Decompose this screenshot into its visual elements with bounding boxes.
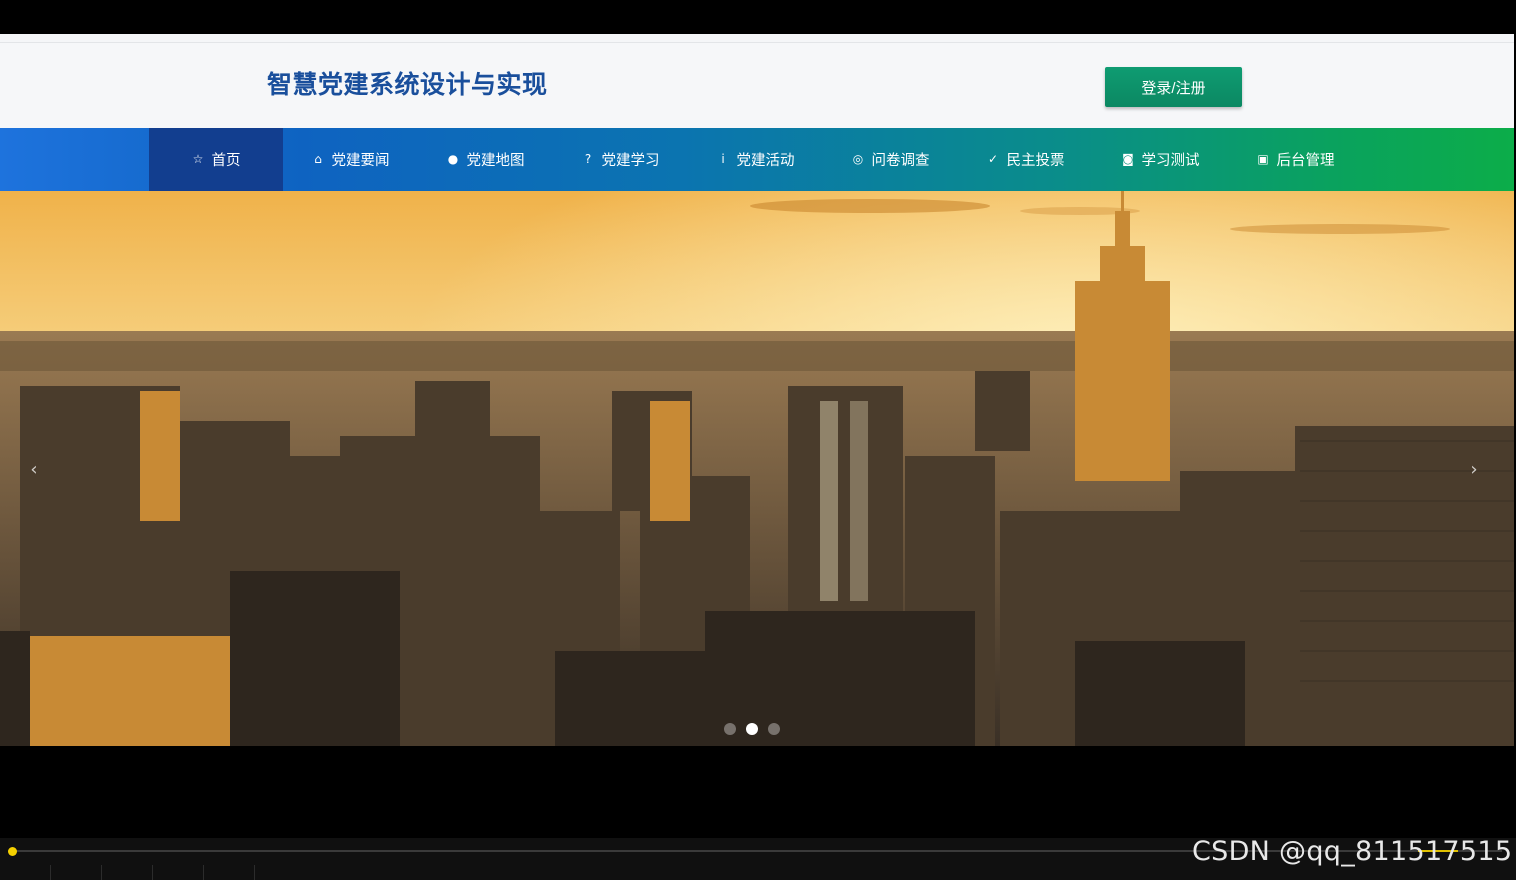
player-control[interactable] [153,865,204,880]
nav-item-label: 问卷调查 [871,153,930,169]
question-icon: ? [584,152,592,166]
nav-item-5[interactable]: ◎ 问卷调查 [823,128,958,191]
carousel-indicators [724,723,780,735]
info-icon: ● [447,152,459,166]
screen: 智慧党建系统设计与实现 登录/注册 ☆ 首页 ⌂ 党建要闻 ● 党建地图? 党建学习 i 党建活… [0,0,1516,880]
nav-item-label: 党建活动 [736,153,795,169]
main-nav: ☆ 首页 ⌂ 党建要闻 ● 党建地图? 党建学习 i 党建活动 ◎ 问卷调查 ✓ 民主投票 ◙ 学习测试 ▣ 后… [0,128,1514,191]
city-skyline-image [0,191,1514,746]
site-title: 智慧党建系统设计与实现 [267,70,548,99]
info-circle-icon: i [721,152,725,166]
hero-carousel[interactable]: ‹ › [0,191,1514,746]
nav-item-label: 党建地图 [466,153,525,169]
nav-item-label: 后台管理 [1276,153,1335,169]
site-header: 智慧党建系统设计与实现 登录/注册 [0,42,1514,129]
carousel-prev-arrow[interactable]: ‹ [24,459,44,480]
carousel-dot[interactable] [724,723,736,735]
web-page: 智慧党建系统设计与实现 登录/注册 ☆ 首页 ⌂ 党建要闻 ● 党建地图? 党建学习 i 党建活… [0,34,1514,746]
star-icon: ☆ [192,152,204,166]
player-control[interactable] [102,865,153,880]
nav-item-label: 首页 [211,153,241,169]
camera-icon: ◙ [1122,152,1134,166]
nav-item-label: 学习测试 [1141,153,1200,169]
carousel-next-arrow[interactable]: › [1464,459,1484,480]
nav-item-label: 党建要闻 [331,153,390,169]
csdn-watermark: CSDN @qq_811517515 [1192,836,1513,867]
carousel-dot-active[interactable] [746,723,758,735]
progress-knob[interactable] [8,847,17,856]
player-control[interactable] [51,865,102,880]
bag-icon: ⌂ [314,152,322,166]
check-circle-icon: ✓ [987,152,999,166]
nav-item-3[interactable]: ? 党建学习 [553,128,688,191]
nav-item-1[interactable]: ⌂ 党建要闻 [283,128,418,191]
nav-item-0[interactable]: ☆ 首页 [149,128,283,191]
player-controls [0,865,255,880]
nav-item-4[interactable]: i 党建活动 [688,128,823,191]
settings-circle-icon: ◎ [852,152,864,166]
carousel-dot[interactable] [768,723,780,735]
nav-item-label: 党建学习 [601,153,660,169]
player-control[interactable] [204,865,255,880]
nav-item-2[interactable]: ● 党建地图 [418,128,553,191]
nav-items: ☆ 首页 ⌂ 党建要闻 ● 党建地图? 党建学习 i 党建活动 ◎ 问卷调查 ✓ 民主投票 ◙ 学习测试 ▣ 后… [149,128,1363,191]
nav-item-6[interactable]: ✓ 民主投票 [958,128,1093,191]
nav-item-label: 民主投票 [1006,153,1065,169]
login-register-button[interactable]: 登录/注册 [1105,67,1242,107]
player-control[interactable] [0,865,51,880]
gift-icon: ▣ [1257,152,1269,166]
nav-item-8[interactable]: ▣ 后台管理 [1228,128,1363,191]
nav-item-7[interactable]: ◙ 学习测试 [1093,128,1228,191]
